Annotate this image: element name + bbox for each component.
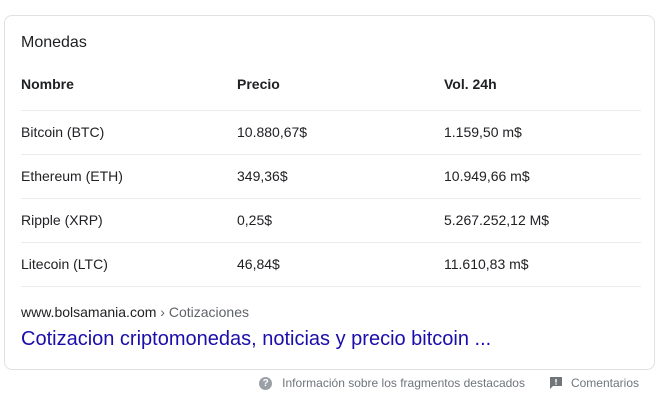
- question-circle-icon: ?: [259, 376, 273, 390]
- coin-price: 46,84$: [237, 256, 280, 272]
- column-header-volume: Vol. 24h: [444, 76, 497, 92]
- coin-volume: 1.159,50 m$: [444, 124, 522, 140]
- table-header-row: Nombre Precio Vol. 24h: [21, 71, 641, 111]
- feedback-label: Comentarios: [570, 376, 639, 390]
- table-row: Ripple (XRP) 0,25$ 5.267.252,12 M$: [21, 199, 641, 243]
- coin-volume: 5.267.252,12 M$: [444, 212, 550, 228]
- coin-volume: 10.949,66 m$: [444, 168, 530, 184]
- coin-price: 349,36$: [237, 168, 288, 184]
- table-row: Bitcoin (BTC) 10.880,67$ 1.159,50 m$: [21, 111, 641, 155]
- column-header-price: Precio: [237, 76, 280, 92]
- table-row: Litecoin (LTC) 46,84$ 11.610,83 m$: [21, 243, 641, 287]
- feedback-flag-icon: [549, 377, 562, 389]
- featured-snippet-card: Monedas Nombre Precio Vol. 24h Bitcoin (…: [4, 15, 655, 370]
- snippet-footer: ? Información sobre los fragmentos desta…: [259, 376, 639, 390]
- coin-name: Ripple (XRP): [21, 212, 103, 228]
- column-header-name: Nombre: [21, 76, 74, 92]
- coin-volume: 11.610,83 m$: [444, 256, 529, 272]
- feedback-link[interactable]: Comentarios: [549, 376, 639, 390]
- source-domain: www.bolsamania.com: [21, 304, 157, 320]
- coin-name: Ethereum (ETH): [21, 168, 123, 184]
- result-title-link[interactable]: Cotizacion criptomonedas, noticias y pre…: [21, 328, 491, 351]
- coin-name: Litecoin (LTC): [21, 256, 108, 272]
- card-title: Monedas: [21, 34, 87, 51]
- coin-price: 0,25$: [237, 212, 273, 228]
- source-path: › Cotizaciones: [160, 304, 249, 320]
- coin-name: Bitcoin (BTC): [21, 124, 105, 140]
- crypto-table: Nombre Precio Vol. 24h Bitcoin (BTC) 10.…: [21, 71, 641, 287]
- coin-price: 10.880,67$: [237, 124, 308, 140]
- about-featured-snippets-label: Información sobre los fragmentos destaca…: [282, 376, 525, 390]
- source-breadcrumb: www.bolsamania.com › Cotizaciones: [21, 304, 249, 320]
- table-row: Ethereum (ETH) 349,36$ 10.949,66 m$: [21, 155, 641, 199]
- about-featured-snippets-link[interactable]: ? Información sobre los fragmentos desta…: [259, 376, 525, 390]
